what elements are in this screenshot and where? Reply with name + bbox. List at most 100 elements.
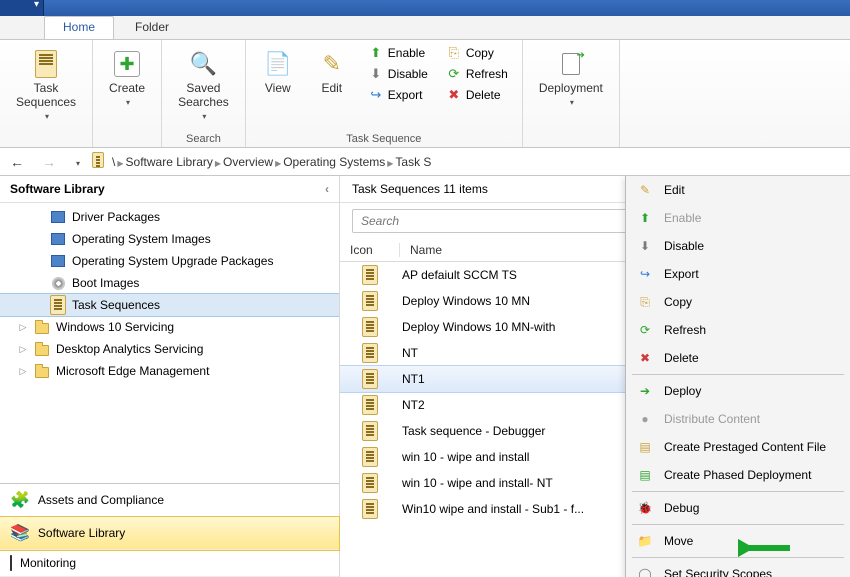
tab-home[interactable]: Home xyxy=(44,16,114,39)
row-icon xyxy=(340,291,400,311)
create-button[interactable]: Create xyxy=(103,44,151,111)
tree-node[interactable]: Operating System Upgrade Packages xyxy=(0,250,339,272)
breadcrumb-item[interactable]: Software Library xyxy=(124,155,215,169)
back-button[interactable]: ← xyxy=(4,150,30,174)
ctx-separator xyxy=(632,374,844,375)
ctx-label: Refresh xyxy=(664,323,706,337)
node-label: Task Sequences xyxy=(72,298,160,312)
ctx-label: Move xyxy=(664,534,693,548)
node-icon xyxy=(34,363,50,379)
ctx-create-phased-deployment[interactable]: ▤Create Phased Deployment xyxy=(626,461,850,489)
ctx-icon: ● xyxy=(636,410,654,428)
breadcrumb-sep: ▶ xyxy=(117,159,123,168)
ctx-label: Export xyxy=(664,267,699,281)
expand-icon[interactable]: ▷ xyxy=(18,322,28,333)
node-label: Boot Images xyxy=(72,276,139,290)
row-icon xyxy=(340,447,400,467)
export-button[interactable]: ↪Export xyxy=(364,86,432,104)
ctx-icon: ✎ xyxy=(636,181,654,199)
tree-node[interactable]: ▷ Microsoft Edge Management xyxy=(0,360,339,382)
edit-button[interactable]: ✎ Edit xyxy=(310,44,354,100)
nav-section[interactable]: 🧩 Assets and Compliance xyxy=(0,484,339,517)
ctx-label: Enable xyxy=(664,211,701,225)
ctx-refresh[interactable]: ⟳Refresh xyxy=(626,316,850,344)
nav-label: Assets and Compliance xyxy=(38,493,164,507)
group-search-label: Search xyxy=(186,131,221,147)
ctx-icon: ▤ xyxy=(636,438,654,456)
ctx-icon: ▤ xyxy=(636,466,654,484)
ctx-set-security-scopes[interactable]: ◯ Set Security Scopes xyxy=(626,560,850,577)
node-icon xyxy=(50,231,66,247)
ctx-copy[interactable]: ⎘ Copy xyxy=(626,288,850,316)
collapse-icon[interactable]: ‹ xyxy=(325,182,329,196)
tree-node[interactable]: Operating System Images xyxy=(0,228,339,250)
tree-node[interactable]: ▷ Windows 10 Servicing xyxy=(0,316,339,338)
ctx-icon: ✖ xyxy=(636,349,654,367)
ctx-distribute-content: ●Distribute Content xyxy=(626,405,850,433)
breadcrumb-item[interactable]: Operating Systems xyxy=(281,155,387,169)
ctx-edit[interactable]: ✎Edit xyxy=(626,176,850,204)
task-sequences-button[interactable]: Task Sequences xyxy=(10,44,82,125)
view-button[interactable]: 📄 View xyxy=(256,44,300,100)
ctx-icon: ⎘ xyxy=(636,293,654,311)
search-folder-icon: 🔍 xyxy=(187,48,219,80)
plus-icon xyxy=(111,48,143,80)
ctx-label: Set Security Scopes xyxy=(664,567,772,577)
view-icon: 📄 xyxy=(262,48,294,80)
enable-button[interactable]: ⬆Enable xyxy=(364,44,432,62)
copy-icon: ⎘ xyxy=(446,45,462,61)
nav-icon xyxy=(10,556,12,570)
copy-button[interactable]: ⎘Copy xyxy=(442,44,512,62)
breadcrumb-item[interactable]: Overview xyxy=(221,155,275,169)
row-icon xyxy=(340,395,400,415)
app-menu-button[interactable] xyxy=(0,0,44,16)
sidebar: Software Library ‹ Driver PackagesOperat… xyxy=(0,176,340,577)
history-button[interactable] xyxy=(68,151,86,173)
ctx-separator xyxy=(632,557,844,558)
ctx-icon: ⬆ xyxy=(636,209,654,227)
breadcrumb-item[interactable]: Task S xyxy=(393,155,433,169)
col-icon[interactable]: Icon xyxy=(340,243,400,257)
tree-node[interactable]: Boot Images xyxy=(0,272,339,294)
ctx-deploy[interactable]: ➔Deploy xyxy=(626,377,850,405)
nav-icon: 📚 xyxy=(10,523,30,543)
tree-node[interactable]: Task Sequences xyxy=(0,294,339,316)
forward-button[interactable]: → xyxy=(36,150,62,174)
row-icon xyxy=(340,265,400,285)
deployment-button[interactable]: Deployment xyxy=(533,44,609,111)
node-icon xyxy=(34,319,50,335)
row-icon xyxy=(340,317,400,337)
ctx-enable: ⬆ Enable xyxy=(626,204,850,232)
ctx-disable[interactable]: ⬇Disable xyxy=(626,232,850,260)
ctx-icon: ◯ xyxy=(636,565,654,577)
ctx-label: Deploy xyxy=(664,384,701,398)
ctx-label: Debug xyxy=(664,501,699,515)
ctx-delete[interactable]: ✖Delete xyxy=(626,344,850,372)
nav-icon: 🧩 xyxy=(10,490,30,510)
col-name[interactable]: Name xyxy=(400,243,452,257)
saved-searches-button[interactable]: 🔍 Saved Searches xyxy=(172,44,235,125)
tree-node[interactable]: ▷Desktop Analytics Servicing xyxy=(0,338,339,360)
tree-node[interactable]: Driver Packages xyxy=(0,206,339,228)
node-icon xyxy=(34,341,50,357)
expand-icon[interactable]: ▷ xyxy=(18,344,28,355)
tab-folder[interactable]: Folder xyxy=(116,16,188,39)
refresh-button[interactable]: ⟳Refresh xyxy=(442,65,512,83)
nav-section[interactable]: 📚Software Library xyxy=(0,517,339,550)
node-label: Windows 10 Servicing xyxy=(56,320,174,334)
ctx-debug[interactable]: 🐞Debug xyxy=(626,494,850,522)
nav-label: Monitoring xyxy=(20,556,76,570)
disable-button[interactable]: ⬇Disable xyxy=(364,65,432,83)
ctx-label: Copy xyxy=(664,295,692,309)
titlebar xyxy=(0,0,850,16)
ctx-separator xyxy=(632,491,844,492)
ctx-export[interactable]: ↪Export xyxy=(626,260,850,288)
node-label: Microsoft Edge Management xyxy=(56,364,209,378)
nav-section[interactable]: Monitoring xyxy=(0,550,339,577)
row-icon xyxy=(340,369,400,389)
ctx-move[interactable]: 📁Move xyxy=(626,527,850,555)
delete-button[interactable]: ✖Delete xyxy=(442,86,512,104)
expand-icon[interactable]: ▷ xyxy=(18,366,28,377)
row-icon xyxy=(340,421,400,441)
ctx-create-prestaged-content-file[interactable]: ▤Create Prestaged Content File xyxy=(626,433,850,461)
